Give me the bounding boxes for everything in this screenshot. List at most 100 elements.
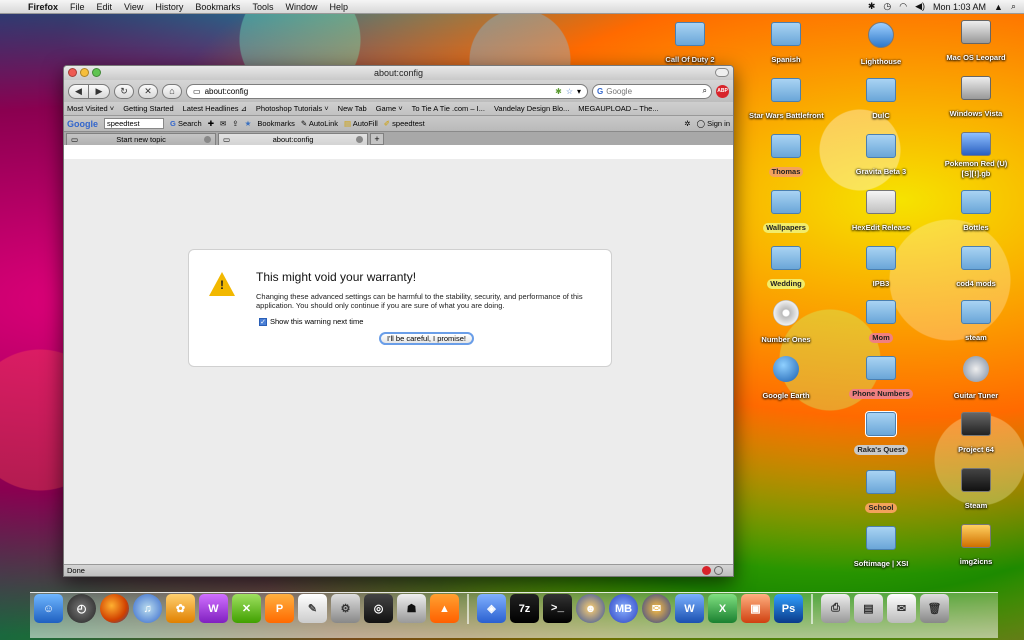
bookmark-photoshop-tutorials[interactable]: Photoshop Tutorials ˅ [256,104,329,113]
stop-button[interactable]: ✕ [138,83,158,99]
desktop-icon-guitar-tuner[interactable]: Guitar Tuner [936,356,1016,403]
window-titlebar[interactable]: about:config [64,66,733,80]
volume-icon[interactable]: ◀) [915,1,925,12]
menu-edit[interactable]: Edit [91,2,119,12]
desktop-icon-wedding[interactable]: Wedding [746,246,826,291]
menu-tools[interactable]: Tools [246,2,279,12]
menu-view[interactable]: View [118,2,149,12]
bookmark-new-tab[interactable]: New Tab [338,104,367,113]
google-logo[interactable]: Google [67,119,98,129]
adblock-status-icon[interactable] [702,566,711,575]
bookmark-vandelay-design[interactable]: Vandelay Design Blo... [494,104,569,113]
toolbar-toggle-button[interactable] [715,68,729,77]
printer-icon[interactable]: ⎙ [821,594,850,623]
mb-icon[interactable]: MB [609,594,638,623]
documents-stack-icon[interactable]: ▤ [854,594,883,623]
sign-in-button[interactable]: ◯ Sign in [697,119,730,128]
tab-start-new-topic[interactable]: ▭ Start new topic [66,133,216,145]
forward-button[interactable]: ▶ [89,83,110,99]
tab-close-icon[interactable] [204,136,211,143]
word-icon[interactable]: W [675,594,704,623]
desktop-icon-pokemon-red[interactable]: Pokemon Red (U) [S][!].gb [936,132,1016,181]
gmail-icon[interactable]: ✉ [220,119,226,128]
google-search-engine-icon[interactable]: G [597,87,603,96]
desktop-icon-softimage[interactable]: Softimage | XSI [841,526,921,571]
desktop-icon-lighthouse[interactable]: Lighthouse [841,22,921,69]
desktop-icon-steam-folder[interactable]: steam [936,300,1016,345]
terminal-icon[interactable]: >_ [543,594,572,623]
itunes-icon[interactable]: ♫ [133,594,162,623]
desktop-icon-spanish[interactable]: Spanish [746,22,826,67]
menu-window[interactable]: Window [279,2,323,12]
google-search-button[interactable]: G Search [170,119,202,128]
search-box[interactable]: G ⌕ [592,83,712,99]
bookmark-star-icon[interactable]: ☆ [566,87,573,96]
url-input[interactable] [204,86,552,96]
lightpaper-icon[interactable]: ✕ [232,594,261,623]
desktop-icon-gravita[interactable]: Gravita Beta 3 [841,134,921,179]
desktop-icon-ipb3[interactable]: IPB3 [841,246,921,291]
bluetooth-icon[interactable]: ✱ [868,1,876,12]
speedtest-button[interactable]: ✐ speedtest [384,119,425,128]
desktop-icon-bottles[interactable]: Bottles [936,190,1016,235]
bookmarks-star-icon[interactable]: ★ [245,119,252,128]
desktop-icon-img2icns[interactable]: img2icns [936,524,1016,569]
search-icon[interactable]: ⌕ [703,86,707,96]
wrench-icon[interactable]: ✲ [684,119,690,128]
back-button[interactable]: ◀ [68,83,89,99]
menu-history[interactable]: History [149,2,189,12]
menu-firefox[interactable]: Firefox [22,2,64,12]
bookmark-most-visited[interactable]: Most Visited ˅ [67,104,114,113]
desktop-icon-thomas[interactable]: Thomas [746,134,826,179]
url-bar[interactable]: ▭ ✱ ☆ ▾ [186,83,588,99]
autolink-button[interactable]: ✎ AutoLink [301,119,338,128]
adblock-plus-icon[interactable]: ABP [716,84,729,98]
thunderbird-icon[interactable]: ✉ [642,594,671,623]
desktop-icon-windows-vista[interactable]: Windows Vista [936,76,1016,121]
window-minimize-button[interactable] [80,68,89,77]
desktop-icon-number-ones[interactable]: Number Ones [746,300,826,347]
steam-dock-icon[interactable]: ◎ [364,594,393,623]
bookmark-getting-started[interactable]: Getting Started [123,104,173,113]
desktop-icon-phone-numbers[interactable]: Phone Numbers [841,356,921,401]
checkmark-icon[interactable]: ✓ [259,317,267,326]
app-store-icon[interactable]: ◈ [477,594,506,623]
desktop-icon-steam[interactable]: Steam [936,468,1016,513]
google-bookmarks-button[interactable]: Bookmarks [257,119,295,128]
desktop-icon-rakas-quest[interactable]: Raka's Quest [841,411,921,457]
growl-icon[interactable]: ☻ [576,594,605,623]
textedit-icon[interactable]: ✎ [298,594,327,623]
url-dropdown-icon[interactable]: ▾ [577,87,581,96]
desktop-icon-project-64[interactable]: Project 64 [936,412,1016,457]
desktop-icon-call-of-duty-2[interactable]: Call Of Duty 2 [650,22,730,67]
desktop-icon-google-earth[interactable]: Google Earth [746,356,826,403]
powerpoint-icon[interactable]: ▣ [741,594,770,623]
window-close-button[interactable] [68,68,77,77]
desktop-icon-school[interactable]: School [841,470,921,515]
spotlight-icon[interactable]: ⌕ [1011,1,1016,12]
menu-bookmarks[interactable]: Bookmarks [189,2,246,12]
bookmark-latest-headlines[interactable]: Latest Headlines ⊿ [183,104,247,113]
iweb-icon[interactable]: W [199,594,228,623]
desktop-icon-mac-os-leopard[interactable]: Mac OS Leopard [936,20,1016,65]
google-toolbar-search-input[interactable]: speedtest [104,118,164,129]
photoshop-icon[interactable]: Ps [774,594,803,623]
system-preferences-icon[interactable]: ⚙ [331,594,360,623]
adium-icon[interactable]: ✿ [166,594,195,623]
bookmark-game[interactable]: Game ˅ [376,104,403,113]
desktop-icon-wallpapers[interactable]: Wallpapers [746,190,826,235]
desktop-icon-cod4-mods[interactable]: cod4 mods [936,246,1016,291]
home-button[interactable]: ⌂ [162,83,182,99]
wifi-icon[interactable]: ◠ [899,1,907,12]
menu-help[interactable]: Help [323,2,354,12]
dashboard-icon[interactable]: ◴ [67,594,96,623]
desktop-icon-dulc[interactable]: DulC [841,78,921,123]
stormtrooper-icon[interactable]: ☗ [397,594,426,623]
plus-icon[interactable]: ✚ [208,119,214,128]
desktop-icon-star-wars[interactable]: Star Wars Battlefront [746,78,826,123]
reload-button[interactable]: ↻ [114,83,134,99]
new-tab-button[interactable]: + [370,133,384,145]
desktop-icon-mom[interactable]: Mom [841,300,921,345]
clock[interactable]: Mon 1:03 AM [933,2,986,12]
share-icon[interactable]: ⇪ [232,119,238,128]
